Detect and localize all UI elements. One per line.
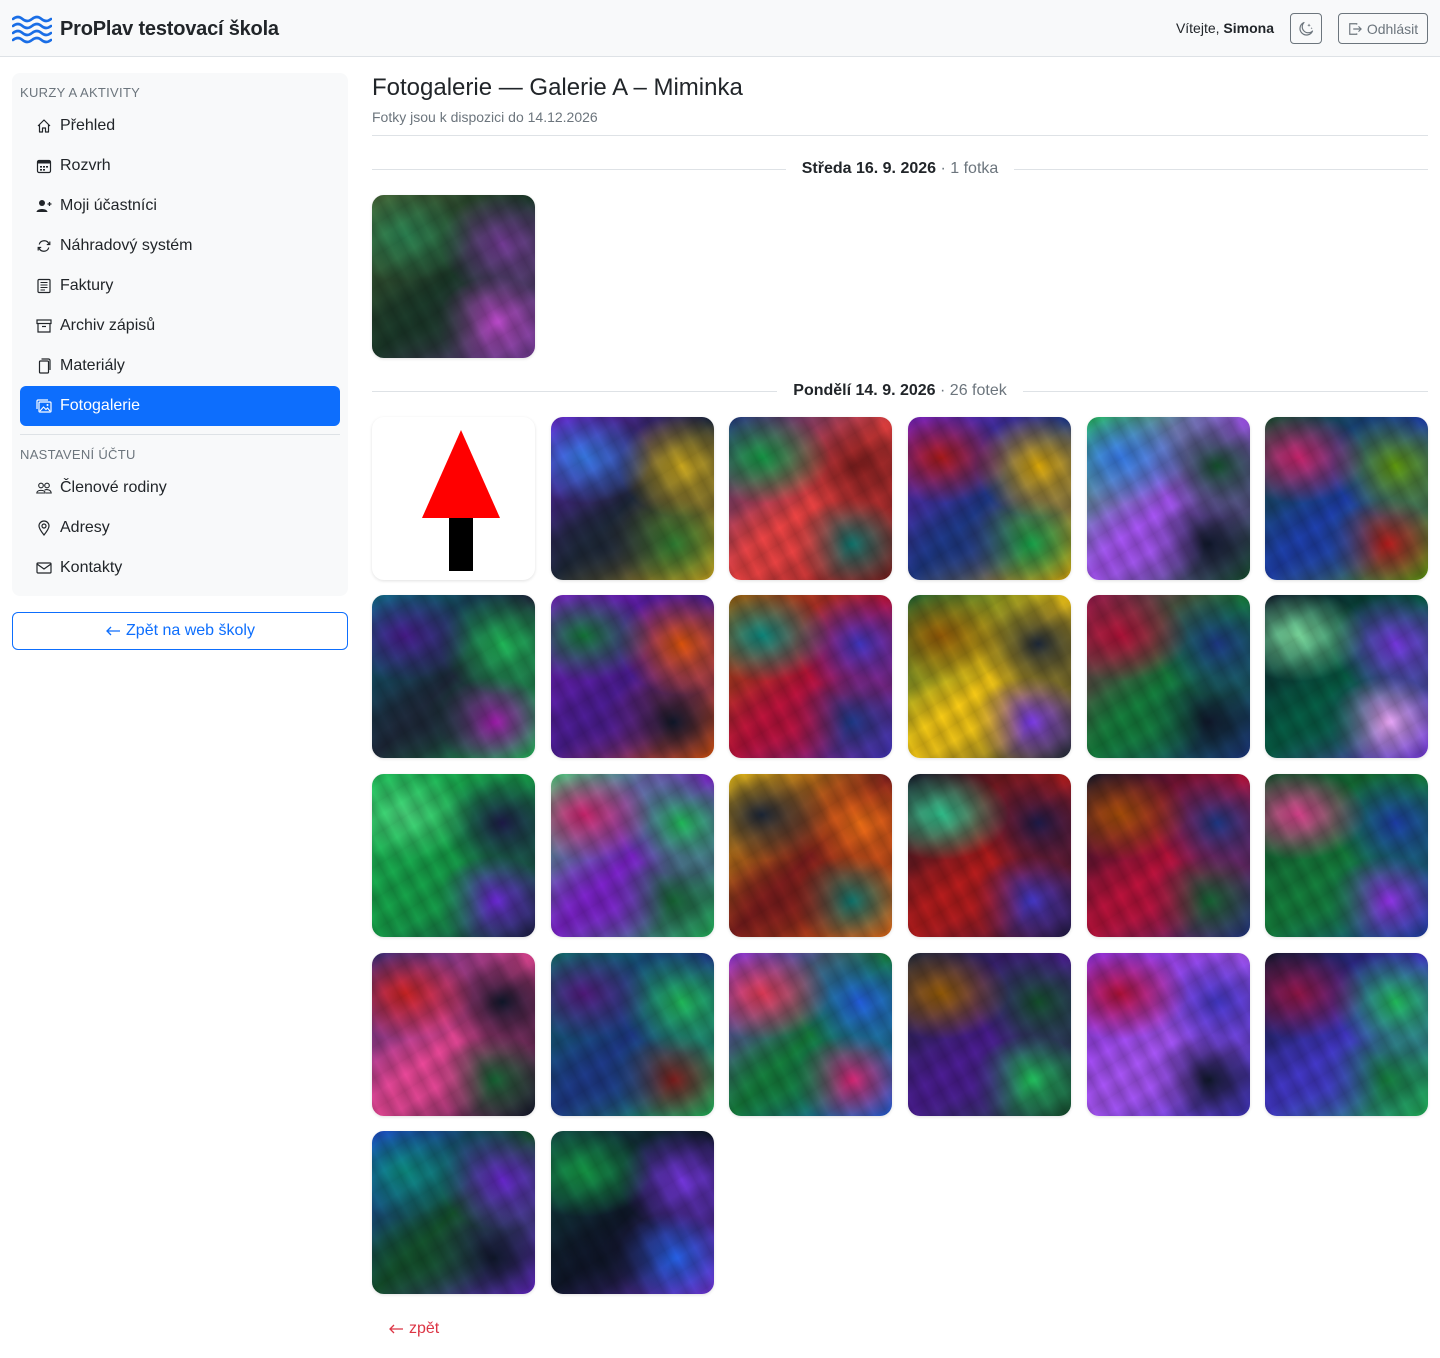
- archive-icon: [36, 318, 52, 334]
- images-icon: [36, 398, 52, 414]
- photo-thumbnail[interactable]: [729, 953, 892, 1116]
- sidebar-item-nahradovy-system[interactable]: Náhradový systém: [20, 226, 340, 266]
- sidebar-item-label: Přehled: [60, 117, 116, 134]
- photo-thumbnail[interactable]: [551, 953, 714, 1116]
- person-plus-icon: [36, 198, 52, 214]
- day-photo-count: · 1 fotka: [940, 160, 999, 177]
- house-icon: [36, 118, 52, 134]
- files-icon: [36, 358, 52, 374]
- sidebar-item-label: Archiv zápisů: [60, 317, 156, 334]
- sidebar-item-label: Faktury: [60, 277, 114, 294]
- arrow-left-icon: [106, 626, 121, 636]
- sidebar-item-materialy[interactable]: Materiály: [20, 346, 340, 386]
- sidebar-item-fotogalerie[interactable]: Fotogalerie: [20, 386, 340, 426]
- sidebar: KURZY A AKTIVITY Přehled Rozvrh Moji úča…: [12, 73, 348, 596]
- sidebar-item-faktury[interactable]: Faktury: [20, 266, 340, 306]
- photo-thumbnail[interactable]: [908, 774, 1071, 937]
- photo-thumbnail[interactable]: [908, 417, 1071, 580]
- sidebar-item-archiv-zapisu[interactable]: Archiv zápisů: [20, 306, 340, 346]
- sidebar-divider: [20, 434, 340, 435]
- photo-thumbnail[interactable]: [1087, 417, 1250, 580]
- brand[interactable]: ProPlav testovací škola: [12, 14, 279, 44]
- photo-thumbnail[interactable]: [551, 595, 714, 758]
- back-link-label: zpět: [409, 1320, 440, 1337]
- photo-thumbnail-arrow[interactable]: [372, 417, 535, 580]
- sidebar-item-prehled[interactable]: Přehled: [20, 106, 340, 146]
- photo-thumbnail[interactable]: [551, 774, 714, 937]
- red-arrow-up-icon: [422, 430, 500, 571]
- sidebar-item-label: Kontakty: [60, 559, 123, 576]
- geo-pin-icon: [36, 520, 52, 536]
- photo-thumbnail[interactable]: [372, 1131, 535, 1294]
- sidebar-item-label: Materiály: [60, 357, 125, 374]
- theme-toggle-button[interactable]: [1290, 13, 1322, 44]
- sidebar-item-label: Adresy: [60, 519, 110, 536]
- logout-button[interactable]: Odhlásit: [1338, 13, 1428, 44]
- photo-thumbnail[interactable]: [1087, 595, 1250, 758]
- sidebar-item-moji-ucastnici[interactable]: Moji účastníci: [20, 186, 340, 226]
- top-navbar: ProPlav testovací škola Vítejte, Simona …: [0, 0, 1440, 57]
- photo-thumbnail[interactable]: [372, 953, 535, 1116]
- waves-logo-icon: [12, 15, 52, 44]
- day-date: Středa 16. 9. 2026: [801, 160, 937, 177]
- photo-thumbnail[interactable]: [372, 774, 535, 937]
- sidebar-item-rozvrh[interactable]: Rozvrh: [20, 146, 340, 186]
- photo-thumbnail[interactable]: [908, 595, 1071, 758]
- photo-thumbnail[interactable]: [551, 1131, 714, 1294]
- back-to-school-label: Zpět na web školy: [126, 622, 255, 639]
- sidebar-item-clenove-rodiny[interactable]: Členové rodiny: [20, 468, 340, 508]
- sidebar-item-label: Fotogalerie: [60, 397, 141, 414]
- photo-thumbnail[interactable]: [1265, 953, 1428, 1116]
- brand-name: ProPlav testovací škola: [60, 17, 279, 40]
- day-separator: Pondělí 14. 9. 2026 · 26 fotek: [372, 381, 1429, 401]
- photo-thumbnail[interactable]: [1087, 953, 1250, 1116]
- day-date: Pondělí 14. 9. 2026: [793, 382, 936, 399]
- arrow-repeat-icon: [36, 238, 52, 254]
- availability-note: Fotky jsou k dispozici do 14.12.2026: [372, 109, 598, 125]
- logout-label: Odhlásit: [1366, 20, 1419, 37]
- page-title: Fotogalerie — Galerie A – Miminka: [372, 74, 743, 101]
- sidebar-item-label: Rozvrh: [60, 157, 111, 174]
- photo-thumbnail[interactable]: [372, 595, 535, 758]
- photo-thumbnail[interactable]: [729, 595, 892, 758]
- photo-thumbnail[interactable]: [729, 774, 892, 937]
- day-separator: Středa 16. 9. 2026 · 1 fotka: [372, 159, 1429, 179]
- sidebar-item-label: Moji účastníci: [60, 197, 157, 214]
- title-divider: [372, 135, 1428, 136]
- day-photo-count: · 26 fotek: [940, 382, 1007, 399]
- moon-stars-icon: [1299, 21, 1314, 36]
- people-icon: [36, 480, 52, 496]
- photo-thumbnail[interactable]: [551, 417, 714, 580]
- envelope-icon: [36, 560, 52, 576]
- photo-thumbnail[interactable]: [1265, 417, 1428, 580]
- sidebar-item-kontakty[interactable]: Kontakty: [20, 548, 340, 588]
- photo-thumbnail[interactable]: [1087, 774, 1250, 937]
- photo-thumbnail[interactable]: [729, 417, 892, 580]
- photo-thumbnail[interactable]: [1265, 595, 1428, 758]
- welcome-prefix: Vítejte,: [1175, 20, 1220, 36]
- photo-thumbnail[interactable]: [1265, 774, 1428, 937]
- box-arrow-right-icon: [1348, 22, 1362, 35]
- back-to-school-web-button[interactable]: Zpět na web školy: [12, 612, 348, 650]
- section-title-courses: KURZY A AKTIVITY: [20, 85, 141, 100]
- sidebar-item-label: Členové rodiny: [60, 479, 167, 496]
- user-name: Simona: [1223, 20, 1274, 36]
- welcome-text: Vítejte, Simona: [1176, 20, 1274, 36]
- photo-thumbnail[interactable]: [908, 953, 1071, 1116]
- document-list-icon: [36, 278, 52, 294]
- sidebar-item-label: Náhradový systém: [60, 237, 193, 254]
- photo-thumbnail[interactable]: [372, 195, 535, 358]
- back-link[interactable]: zpět: [388, 1320, 439, 1338]
- section-title-account: NASTAVENÍ ÚČTU: [20, 447, 136, 462]
- arrow-left-icon: [389, 1324, 403, 1334]
- sidebar-item-adresy[interactable]: Adresy: [20, 508, 340, 548]
- calendar-icon: [36, 158, 52, 174]
